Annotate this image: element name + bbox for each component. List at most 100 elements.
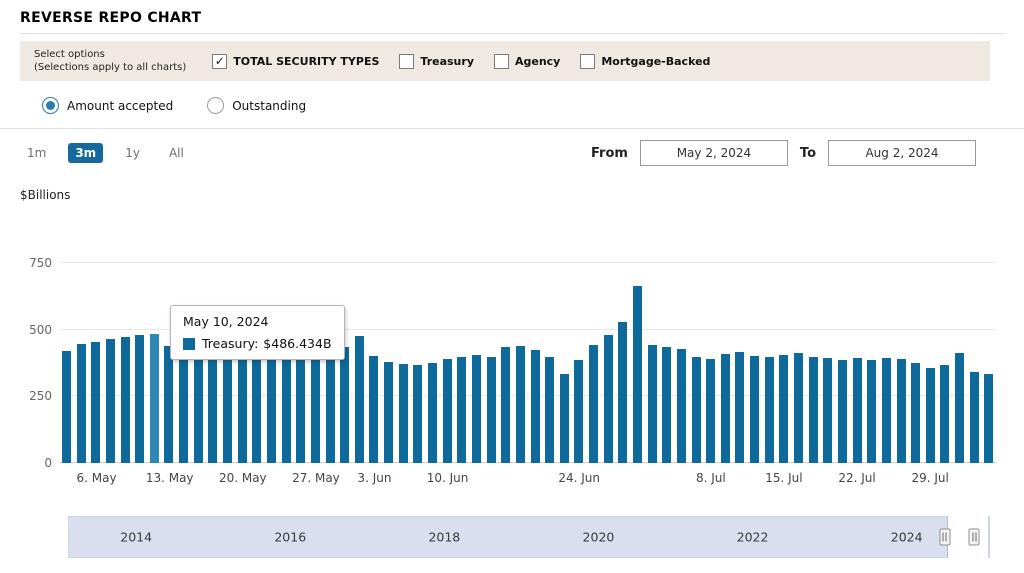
navigator-right-handle[interactable] [969,529,980,546]
bar-2024-06-13[interactable] [487,357,496,463]
bar-2024-07-31[interactable] [955,353,964,463]
bar-2024-05-28[interactable] [311,346,320,463]
bar-2024-05-10[interactable] [150,334,159,464]
checkbox-checked-icon[interactable]: ✓ [212,54,227,69]
bar-2024-07-09[interactable] [721,354,730,463]
bar-2024-05-02[interactable] [62,351,71,463]
zoom-button-1y[interactable]: 1y [118,143,147,163]
radio-outstanding[interactable]: Outstanding [207,97,306,114]
bar-2024-07-12[interactable] [765,357,774,463]
radio-unselected-icon[interactable] [207,97,224,114]
navigator-year-label: 2020 [583,530,615,545]
checkbox-total-security-types[interactable]: ✓TOTAL SECURITY TYPES [212,54,379,69]
to-date-input[interactable] [828,140,976,166]
bar-2024-05-22[interactable] [267,345,276,463]
x-axis-tick-label: 27. May [292,471,340,485]
x-axis-tick-label: 22. Jul [838,471,875,485]
radio-amount-accepted[interactable]: Amount accepted [42,97,173,114]
bar-2024-06-21[interactable] [560,374,569,463]
checkbox-unchecked-box[interactable] [399,54,414,69]
bar-2024-07-18[interactable] [823,358,832,463]
x-axis-tick-label: 15. Jul [765,471,802,485]
bar-2024-05-30[interactable] [340,347,349,463]
zoom-button-all[interactable]: All [162,143,191,163]
bar-2024-07-16[interactable] [794,353,803,463]
bar-2024-05-09[interactable] [135,335,144,463]
bar-2024-06-06[interactable] [413,365,422,463]
bar-2024-08-01[interactable] [970,372,979,463]
bar-2024-06-12[interactable] [472,355,481,463]
bar-2024-05-24[interactable] [296,354,305,463]
bar-2024-07-08[interactable] [706,359,715,463]
bar-2024-07-29[interactable] [926,368,935,463]
bar-2024-07-23[interactable] [867,360,876,463]
bar-2024-05-06[interactable] [91,342,100,463]
bar-2024-05-20[interactable] [238,347,247,463]
checkbox-mortgage-backed[interactable]: Mortgage-Backed [580,54,710,69]
bar-2024-06-25[interactable] [589,345,598,463]
bar-2024-08-02[interactable] [984,374,993,463]
bar-2024-07-02[interactable] [662,347,671,463]
bar-2024-07-03[interactable] [677,349,686,463]
bar-2024-06-20[interactable] [545,357,554,463]
bar-2024-06-14[interactable] [501,347,510,463]
bar-2024-06-27[interactable] [618,322,627,463]
bar-2024-07-25[interactable] [897,359,906,463]
bar-2024-07-26[interactable] [911,363,920,463]
radio-label: Amount accepted [67,99,173,113]
bar-2024-06-18[interactable] [531,350,540,463]
bar-2024-06-26[interactable] [604,335,613,463]
bar-2024-07-10[interactable] [735,352,744,463]
checkbox-unchecked-box[interactable] [580,54,595,69]
bar-2024-07-22[interactable] [853,358,862,463]
bar-2024-07-05[interactable] [692,357,701,463]
y-axis-labels: 0250500750 [20,250,52,463]
radio-selected-icon[interactable] [42,97,59,114]
bar-2024-05-21[interactable] [252,346,261,463]
bar-2024-05-08[interactable] [121,337,130,463]
bar-2024-05-13[interactable] [164,346,173,463]
bar-2024-06-28[interactable] [633,286,642,463]
bar-2024-05-23[interactable] [282,347,291,463]
title-bar: REVERSE REPO CHART [20,0,1006,34]
navigator-year-label: 2024 [891,530,923,545]
tooltip-value: $486.434B [263,336,331,351]
bar-2024-07-24[interactable] [882,358,891,463]
checkbox-treasury[interactable]: Treasury [399,54,474,69]
bar-2024-06-17[interactable] [516,346,525,463]
bar-2024-05-29[interactable] [326,344,335,463]
radio-label: Outstanding [232,99,306,113]
bar-2024-05-03[interactable] [77,344,86,463]
navigator-left-handle[interactable] [939,529,950,546]
tooltip-series-label: Treasury: [202,336,258,351]
from-date-input[interactable] [640,140,788,166]
bar-2024-06-07[interactable] [428,363,437,463]
bar-2024-07-15[interactable] [779,355,788,463]
bar-2024-06-04[interactable] [384,362,393,463]
bar-2024-05-17[interactable] [223,345,232,463]
bar-2024-06-24[interactable] [574,360,583,463]
tooltip-series-row: Treasury: $486.434B [183,336,332,351]
checkbox-label: Treasury [420,55,474,68]
bar-2024-07-19[interactable] [838,360,847,463]
zoom-button-3m[interactable]: 3m [68,143,103,163]
bar-2024-07-01[interactable] [648,345,657,463]
zoom-button-1m[interactable]: 1m [20,143,53,163]
bar-2024-07-11[interactable] [750,356,759,463]
time-navigator[interactable]: 201420162018202020222024 [68,516,990,558]
x-axis-labels: 6. May13. May20. May27. May3. Jun10. Jun… [60,471,996,491]
bar-2024-06-10[interactable] [443,359,452,463]
x-axis-tick-label: 29. Jul [911,471,948,485]
security-type-options-bar: Select options (Selections apply to all … [20,41,990,81]
bar-2024-05-31[interactable] [355,336,364,463]
checkbox-unchecked-box[interactable] [494,54,509,69]
bar-2024-05-07[interactable] [106,339,115,463]
bar-2024-07-17[interactable] [809,357,818,463]
bar-2024-07-30[interactable] [940,365,949,463]
bar-2024-06-05[interactable] [399,364,408,463]
bar-2024-06-11[interactable] [457,357,466,463]
measure-radio-group: Amount accepted Outstanding [42,97,1024,114]
bar-2024-06-03[interactable] [369,356,378,463]
select-options-caption: Select options (Selections apply to all … [34,48,186,74]
checkbox-agency[interactable]: Agency [494,54,560,69]
